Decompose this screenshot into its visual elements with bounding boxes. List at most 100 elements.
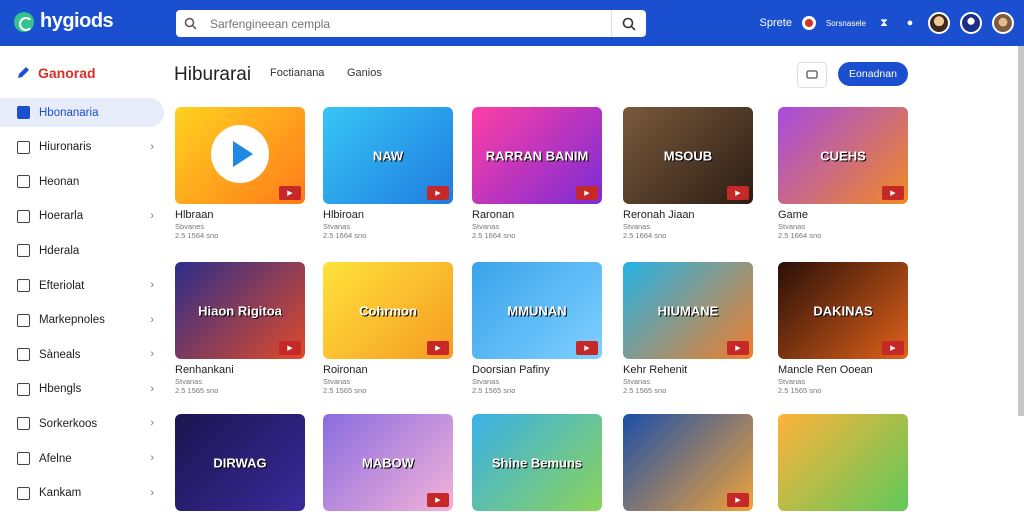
sidebar-item[interactable]: Hoerarla › — [0, 202, 164, 231]
game-thumbnail[interactable]: DIRWAG — [175, 414, 305, 511]
chevron-right-icon: › — [150, 486, 154, 499]
search-bar — [176, 10, 646, 37]
game-card[interactable]: MMUNAN ▶ Doorsian Pafiny Stvanas 2.5 1565 sn… — [472, 262, 604, 395]
search-submit-icon — [622, 17, 636, 31]
game-card[interactable]: ▶ — [623, 414, 755, 511]
game-card[interactable]: MABOW ▶ — [323, 414, 455, 511]
game-title[interactable]: Renhankani — [175, 364, 307, 376]
main-content: Hiburarai Foctianana Ganios Eonadnan ▶ Hl… — [170, 46, 1020, 512]
game-subtitle: Sbvanes — [175, 222, 205, 231]
sidebar-item[interactable]: Hiuronaris › — [0, 133, 164, 162]
game-thumbnail[interactable]: DAKINAS ▶ — [778, 262, 908, 359]
game-card[interactable]: Hiaon Rigitoa ▶ Renhankani Stvanas 2.5 1565 … — [175, 262, 307, 395]
game-thumbnail[interactable] — [778, 414, 908, 511]
tab-first[interactable]: Foctianana — [270, 67, 324, 79]
badge-icon: ▶ — [279, 186, 301, 200]
top-right-actions: Sprete Sorsnasele ⧗ ● — [760, 10, 1014, 36]
game-card[interactable]: Cohrmon ▶ Roironan Stvanas 2.5 1565 sno — [323, 262, 455, 395]
search-input[interactable] — [204, 10, 612, 37]
game-thumbnail[interactable]: RARRAN BANIM ▶ — [472, 107, 602, 204]
game-thumbnail[interactable]: ▶ — [623, 414, 753, 511]
sidebar-item[interactable]: Sorkerkoos › — [0, 409, 164, 438]
avatar[interactable] — [928, 12, 950, 34]
badge-icon: ▶ — [279, 341, 301, 355]
notification-icon[interactable]: ● — [902, 15, 918, 31]
primary-action-button[interactable]: Eonadnan — [838, 62, 908, 86]
game-thumbnail[interactable]: NAW ▶ — [323, 107, 453, 204]
game-card[interactable]: DIRWAG — [175, 414, 307, 511]
scrollbar-thumb[interactable] — [1018, 46, 1024, 416]
game-card[interactable]: MSOUB ▶ Reronah Jiaan Stvanas 2.5 1664 sno — [623, 107, 755, 240]
game-title[interactable]: Reronah Jiaan — [623, 209, 755, 221]
chevron-right-icon: › — [150, 382, 154, 395]
sidebar-item[interactable]: Hbengls › — [0, 375, 164, 404]
game-card[interactable]: RARRAN BANIM ▶ Raronan Stvanas 2.5 1664 sno — [472, 107, 604, 240]
game-card[interactable]: NAW ▶ Hlbiroan Stvanas 2.5 1664 sno — [323, 107, 455, 240]
sidebar-item-label: Afelne — [39, 452, 72, 465]
game-thumbnail[interactable]: MMUNAN ▶ — [472, 262, 602, 359]
menu-item-icon — [17, 106, 30, 119]
game-card[interactable]: Shine Bemuns — [472, 414, 604, 511]
game-card[interactable]: CUEHS ▶ Game Stvanas 2.5 1664 sno — [778, 107, 910, 240]
game-title[interactable]: Hlbraan — [175, 209, 307, 221]
game-title[interactable]: Roironan — [323, 364, 455, 376]
sidebar-item[interactable]: Afelne › — [0, 444, 164, 473]
game-card[interactable]: HIUMANE ▶ Kehr Rehenit Stvanas 2.5 1565 sno — [623, 262, 755, 395]
game-thumbnail[interactable]: Hiaon Rigitoa ▶ — [175, 262, 305, 359]
scrollbar[interactable] — [1018, 46, 1024, 416]
game-thumbnail[interactable]: CUEHS ▶ — [778, 107, 908, 204]
badge-icon: ▶ — [882, 341, 904, 355]
game-card[interactable]: DAKINAS ▶ Mancle Ren Ooean Stvanas 2.5 1565 … — [778, 262, 910, 395]
menu-item-icon — [17, 209, 30, 223]
header-small-link[interactable]: Sorsnasele — [826, 19, 866, 28]
game-title[interactable]: Raronan — [472, 209, 604, 221]
app-logo[interactable]: hygiods — [14, 10, 114, 33]
game-meta: 2.5 1564 sno — [175, 231, 219, 240]
game-subtitle: Stvanas — [323, 377, 351, 386]
game-thumbnail[interactable]: Shine Bemuns — [472, 414, 602, 511]
sidebar-item[interactable]: Sàneals › — [0, 340, 164, 369]
game-title[interactable]: Kehr Rehenit — [623, 364, 755, 376]
game-subtitle: Stvanas — [323, 222, 351, 231]
game-title[interactable]: Mancle Ren Ooean — [778, 364, 910, 376]
chat-icon — [806, 70, 818, 79]
avatar[interactable] — [992, 12, 1014, 34]
logo-text: hygiods — [40, 10, 114, 32]
chevron-right-icon: › — [150, 140, 154, 153]
chat-button[interactable] — [797, 62, 827, 88]
search-button[interactable] — [612, 10, 646, 37]
game-thumbnail[interactable]: Cohrmon ▶ — [323, 262, 453, 359]
sidebar-item-label: Hoerarla — [39, 210, 84, 223]
play-icon[interactable] — [211, 125, 269, 183]
game-title[interactable]: Hlbiroan — [323, 209, 455, 221]
menu-item-icon — [17, 486, 30, 500]
badge-icon: ▶ — [427, 493, 449, 507]
sidebar-item[interactable]: Heonan — [0, 167, 164, 196]
sidebar-item[interactable]: Markepnoles › — [0, 306, 164, 335]
game-card[interactable] — [778, 414, 910, 511]
game-card[interactable]: ▶ Hlbraan Sbvanes 2.5 1564 sno — [175, 107, 307, 240]
game-meta: 2.5 1565 sno — [323, 386, 367, 395]
tab-second[interactable]: Ganios — [347, 67, 382, 79]
pencil-icon — [18, 67, 29, 78]
flag-icon[interactable] — [801, 16, 816, 30]
game-thumbnail[interactable]: ▶ — [175, 107, 305, 204]
badge-icon: ▶ — [576, 341, 598, 355]
game-thumbnail[interactable]: MSOUB ▶ — [623, 107, 753, 204]
sidebar-item[interactable]: Hderala — [0, 236, 164, 265]
game-title[interactable]: Doorsian Pafiny — [472, 364, 604, 376]
sidebar-item[interactable]: Efteriolat › — [0, 271, 164, 300]
hourglass-icon[interactable]: ⧗ — [876, 15, 892, 31]
sidebar-item[interactable]: Hbonanaria — [0, 98, 164, 127]
header-link[interactable]: Sprete — [760, 17, 792, 29]
game-title[interactable]: Game — [778, 209, 910, 221]
game-thumbnail[interactable]: MABOW ▶ — [323, 414, 453, 511]
avatar[interactable] — [960, 12, 982, 34]
sidebar-item[interactable]: Kankam › — [0, 479, 164, 508]
sidebar-header[interactable]: Ganorad — [16, 65, 96, 81]
badge-icon: ▶ — [727, 493, 749, 507]
thumbnail-art-text: DIRWAG — [213, 455, 267, 470]
game-meta: 2.5 1664 sno — [323, 231, 367, 240]
game-thumbnail[interactable]: HIUMANE ▶ — [623, 262, 753, 359]
thumbnail-art-text: HIUMANE — [657, 303, 719, 318]
